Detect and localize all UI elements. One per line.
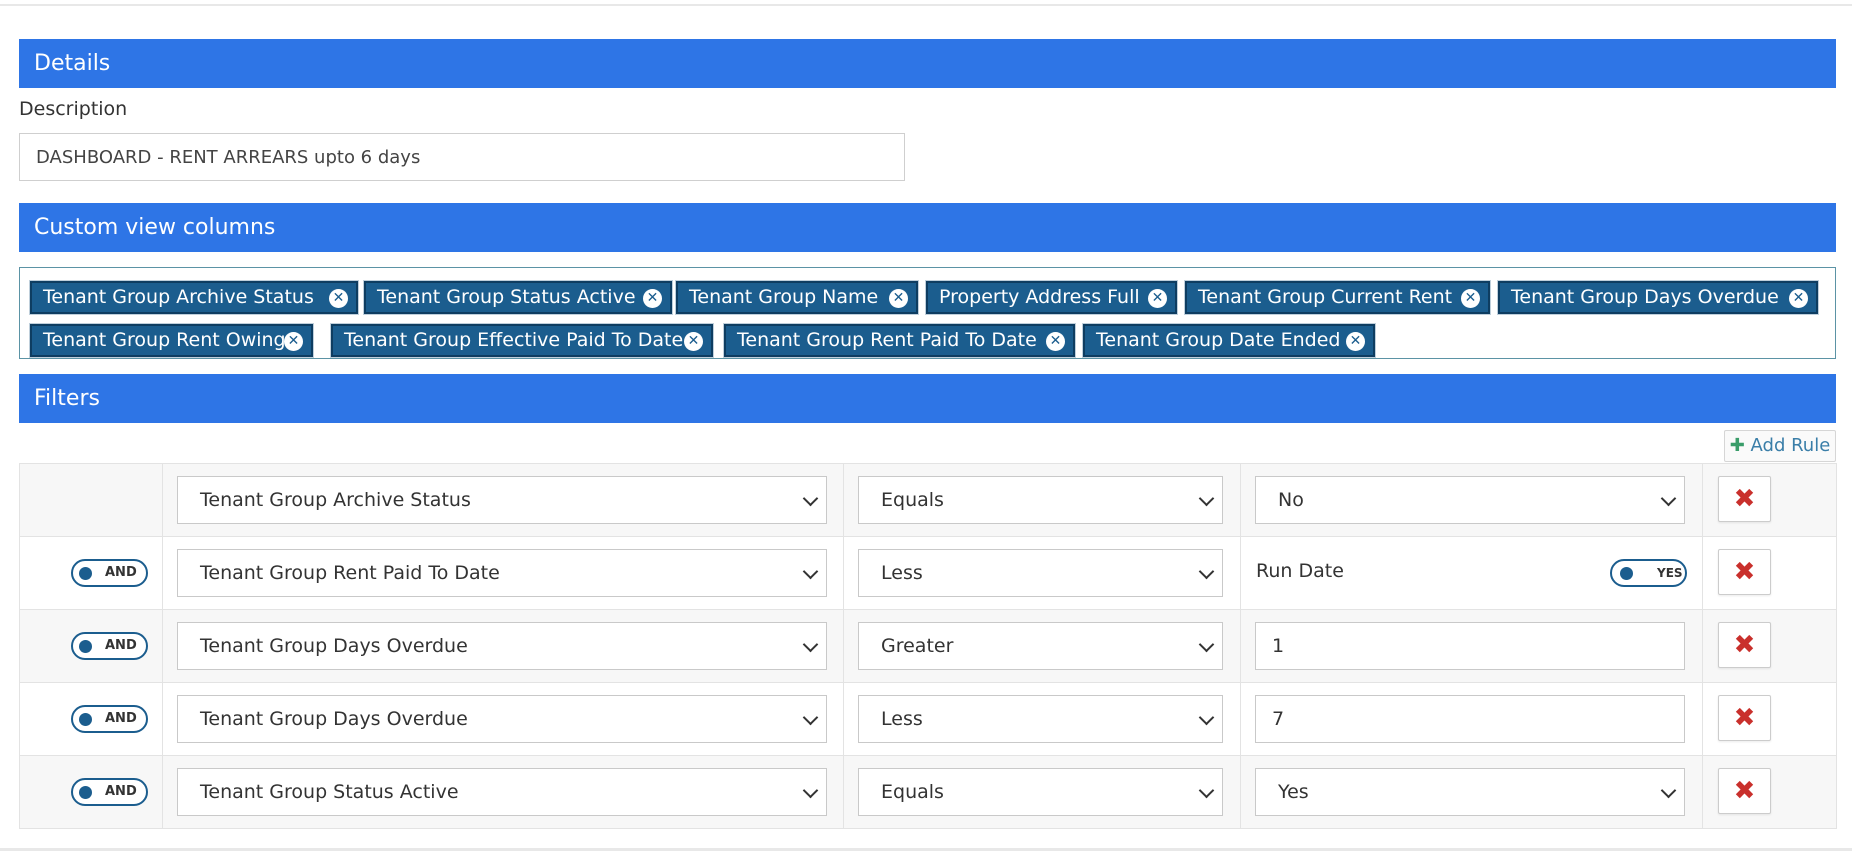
- remove-tag-icon[interactable]: ✕: [1461, 289, 1480, 308]
- rule-operator-select[interactable]: Equals: [858, 476, 1223, 524]
- rule-field-select[interactable]: Tenant Group Archive Status: [177, 476, 827, 524]
- rule-field-select[interactable]: Tenant Group Days Overdue: [177, 695, 827, 743]
- filter-rule-row: Tenant Group Archive Status Equals No ✖: [19, 463, 1837, 537]
- plus-icon: ✚: [1729, 435, 1745, 456]
- rule-operator-select[interactable]: Greater: [858, 622, 1223, 670]
- remove-tag-icon[interactable]: ✕: [329, 289, 348, 308]
- rule-field-select[interactable]: Tenant Group Days Overdue: [177, 622, 827, 670]
- chevron-down-icon: [1198, 782, 1215, 799]
- toggle-knob: [79, 713, 92, 726]
- column-tag[interactable]: Tenant Group Name ✕: [676, 281, 918, 314]
- column-tag-label: Tenant Group Effective Paid To Date: [344, 329, 684, 351]
- column-tag[interactable]: Tenant Group Current Rent ✕: [1185, 281, 1490, 314]
- column-tag-label: Tenant Group Date Ended: [1096, 329, 1341, 351]
- top-divider: [0, 4, 1852, 6]
- filter-rule-row: AND Tenant Group Rent Paid To Date Less …: [19, 536, 1837, 610]
- column-tag[interactable]: Tenant Group Effective Paid To Date ✕: [331, 324, 713, 357]
- run-date-label: Run Date: [1256, 560, 1344, 582]
- toggle-knob: [79, 786, 92, 799]
- close-icon: ✖: [1733, 703, 1756, 733]
- chevron-down-icon: [802, 782, 819, 799]
- delete-rule-button[interactable]: ✖: [1718, 476, 1771, 522]
- column-tag-label: Tenant Group Status Active: [377, 286, 636, 308]
- description-input[interactable]: [19, 133, 905, 181]
- filter-rule-row: AND Tenant Group Days Overdue Greater 1 …: [19, 609, 1837, 683]
- chevron-down-icon: [802, 709, 819, 726]
- remove-tag-icon[interactable]: ✕: [643, 289, 662, 308]
- rule-operator-select[interactable]: Less: [858, 695, 1223, 743]
- toggle-knob: [1620, 567, 1633, 580]
- chevron-down-icon: [1198, 636, 1215, 653]
- column-tag[interactable]: Tenant Group Rent Owing ✕: [30, 324, 313, 357]
- rule-condition-cell: [19, 463, 163, 537]
- and-or-toggle[interactable]: AND: [71, 705, 148, 733]
- delete-rule-button[interactable]: ✖: [1718, 622, 1771, 668]
- column-tag-label: Property Address Full: [939, 286, 1140, 308]
- column-tag[interactable]: Property Address Full ✕: [926, 281, 1177, 314]
- column-tag-label: Tenant Group Days Overdue: [1511, 286, 1779, 308]
- delete-rule-button[interactable]: ✖: [1718, 768, 1771, 814]
- chevron-down-icon: [1198, 490, 1215, 507]
- delete-rule-button[interactable]: ✖: [1718, 695, 1771, 741]
- chevron-down-icon: [1660, 490, 1677, 507]
- close-icon: ✖: [1733, 630, 1756, 660]
- and-or-toggle[interactable]: AND: [71, 632, 148, 660]
- chevron-down-icon: [1198, 709, 1215, 726]
- rule-value-input[interactable]: 1: [1255, 622, 1685, 670]
- filter-rules-table: Tenant Group Archive Status Equals No ✖ …: [19, 463, 1837, 829]
- close-icon: ✖: [1733, 776, 1756, 806]
- chevron-down-icon: [802, 563, 819, 580]
- column-tag-label: Tenant Group Rent Owing: [43, 329, 286, 351]
- details-header: Details: [19, 39, 1836, 88]
- and-or-toggle[interactable]: AND: [71, 559, 148, 587]
- close-icon: ✖: [1733, 557, 1756, 587]
- toggle-knob: [79, 640, 92, 653]
- remove-tag-icon[interactable]: ✕: [1046, 332, 1065, 351]
- remove-tag-icon[interactable]: ✕: [284, 332, 303, 351]
- remove-tag-icon[interactable]: ✕: [1346, 332, 1365, 351]
- rule-value-select[interactable]: Yes: [1255, 768, 1685, 816]
- filters-header: Filters: [19, 374, 1836, 423]
- remove-tag-icon[interactable]: ✕: [1148, 289, 1167, 308]
- rule-value-input[interactable]: 7: [1255, 695, 1685, 743]
- rule-value-select[interactable]: No: [1255, 476, 1685, 524]
- column-tag-label: Tenant Group Archive Status: [43, 286, 314, 308]
- column-tag[interactable]: Tenant Group Days Overdue ✕: [1498, 281, 1818, 314]
- rule-field-select[interactable]: Tenant Group Status Active: [177, 768, 827, 816]
- close-icon: ✖: [1733, 484, 1756, 514]
- chevron-down-icon: [1198, 563, 1215, 580]
- run-date-toggle[interactable]: YES: [1610, 559, 1687, 587]
- column-tag-label: Tenant Group Current Rent: [1198, 286, 1453, 308]
- chevron-down-icon: [1660, 782, 1677, 799]
- filter-rule-row: AND Tenant Group Status Active Equals Ye…: [19, 755, 1837, 829]
- rule-operator-select[interactable]: Less: [858, 549, 1223, 597]
- column-tag-label: Tenant Group Name: [689, 286, 879, 308]
- and-or-toggle[interactable]: AND: [71, 778, 148, 806]
- remove-tag-icon[interactable]: ✕: [684, 332, 703, 351]
- remove-tag-icon[interactable]: ✕: [1789, 289, 1808, 308]
- column-tag[interactable]: Tenant Group Date Ended ✕: [1083, 324, 1375, 357]
- column-tag-label: Tenant Group Rent Paid To Date: [737, 329, 1037, 351]
- chevron-down-icon: [802, 490, 819, 507]
- add-rule-button[interactable]: ✚ Add Rule: [1724, 430, 1836, 462]
- custom-view-columns-header: Custom view columns: [19, 203, 1836, 252]
- filter-rule-row: AND Tenant Group Days Overdue Less 7 ✖: [19, 682, 1837, 756]
- column-tag[interactable]: Tenant Group Archive Status ✕: [30, 281, 358, 314]
- custom-columns-box[interactable]: Tenant Group Archive Status ✕ Tenant Gro…: [19, 267, 1836, 359]
- add-rule-label: Add Rule: [1750, 435, 1831, 456]
- toggle-knob: [79, 567, 92, 580]
- description-label: Description: [19, 98, 128, 120]
- column-tag[interactable]: Tenant Group Rent Paid To Date ✕: [724, 324, 1075, 357]
- rule-field-select[interactable]: Tenant Group Rent Paid To Date: [177, 549, 827, 597]
- column-tag[interactable]: Tenant Group Status Active ✕: [364, 281, 672, 314]
- remove-tag-icon[interactable]: ✕: [889, 289, 908, 308]
- rule-operator-select[interactable]: Equals: [858, 768, 1223, 816]
- delete-rule-button[interactable]: ✖: [1718, 549, 1771, 595]
- chevron-down-icon: [802, 636, 819, 653]
